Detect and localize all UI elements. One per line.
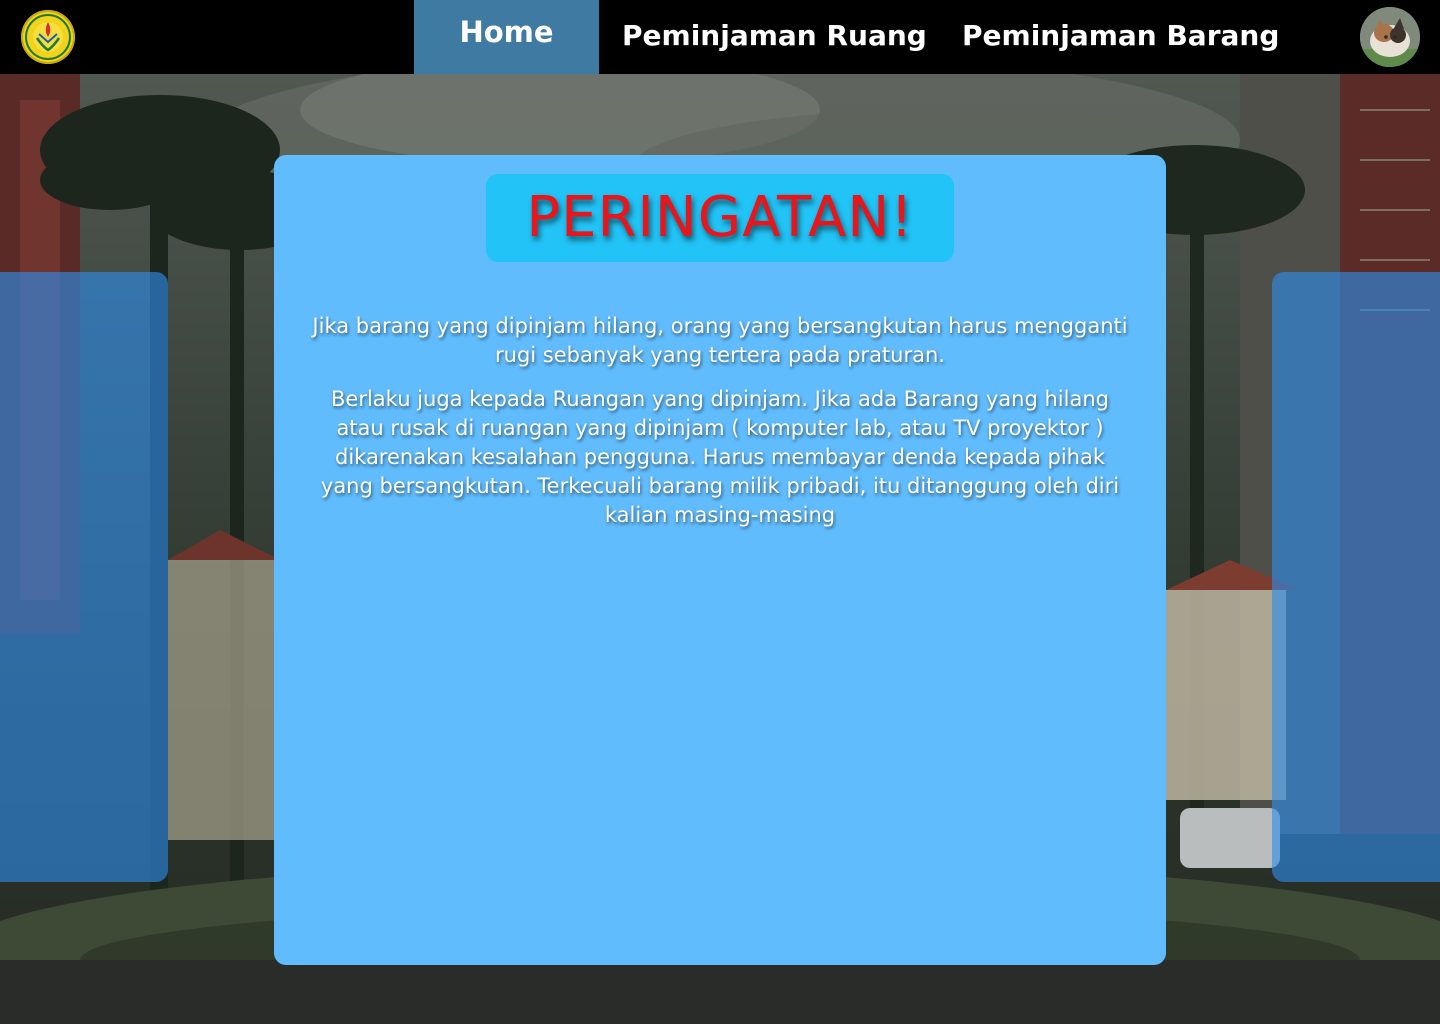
right-side-panel <box>1272 272 1440 882</box>
warning-card: PERINGATAN! Jika barang yang dipinjam hi… <box>274 155 1166 965</box>
warning-title: PERINGATAN! <box>526 185 914 250</box>
top-navbar: Home Peminjaman Ruang Peminjaman Barang <box>0 0 1440 74</box>
nav-item-loan-link[interactable]: Peminjaman Barang <box>962 0 1279 74</box>
nav-room-loan-link[interactable]: Peminjaman Ruang <box>622 0 927 74</box>
university-logo-icon[interactable] <box>21 10 75 64</box>
warning-title-box: PERINGATAN! <box>486 174 954 262</box>
left-side-panel <box>0 272 168 882</box>
warning-paragraph-2: Berlaku juga kepada Ruangan yang dipinja… <box>320 387 1120 527</box>
warning-paragraph-1: Jika barang yang dipinjam hilang, orang … <box>312 314 1128 367</box>
cat-avatar-icon[interactable] <box>1360 7 1420 67</box>
nav-home-tab[interactable]: Home <box>414 0 599 74</box>
